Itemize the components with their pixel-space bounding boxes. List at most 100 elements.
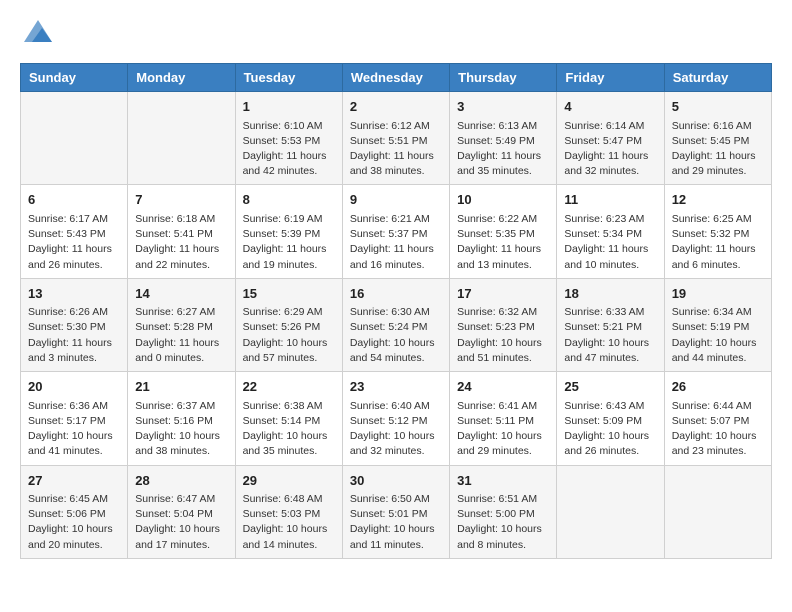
day-number: 10 — [457, 190, 549, 210]
calendar-cell: 19Sunrise: 6:34 AMSunset: 5:19 PMDayligh… — [664, 278, 771, 371]
day-number: 30 — [350, 471, 442, 491]
day-number: 29 — [243, 471, 335, 491]
day-info: Sunrise: 6:16 AMSunset: 5:45 PMDaylight:… — [672, 119, 764, 180]
day-info: Sunrise: 6:51 AMSunset: 5:00 PMDaylight:… — [457, 492, 549, 553]
day-number: 1 — [243, 97, 335, 117]
calendar-cell: 6Sunrise: 6:17 AMSunset: 5:43 PMDaylight… — [21, 185, 128, 278]
day-info: Sunrise: 6:25 AMSunset: 5:32 PMDaylight:… — [672, 212, 764, 273]
day-number: 22 — [243, 377, 335, 397]
day-info: Sunrise: 6:23 AMSunset: 5:34 PMDaylight:… — [564, 212, 656, 273]
weekday-header-saturday: Saturday — [664, 64, 771, 92]
calendar-cell: 28Sunrise: 6:47 AMSunset: 5:04 PMDayligh… — [128, 465, 235, 558]
calendar-cell: 24Sunrise: 6:41 AMSunset: 5:11 PMDayligh… — [450, 372, 557, 465]
day-number: 15 — [243, 284, 335, 304]
day-number: 4 — [564, 97, 656, 117]
day-number: 19 — [672, 284, 764, 304]
page: SundayMondayTuesdayWednesdayThursdayFrid… — [0, 0, 792, 579]
day-number: 2 — [350, 97, 442, 117]
calendar-cell: 1Sunrise: 6:10 AMSunset: 5:53 PMDaylight… — [235, 92, 342, 185]
day-info: Sunrise: 6:32 AMSunset: 5:23 PMDaylight:… — [457, 305, 549, 366]
day-info: Sunrise: 6:45 AMSunset: 5:06 PMDaylight:… — [28, 492, 120, 553]
calendar-cell: 3Sunrise: 6:13 AMSunset: 5:49 PMDaylight… — [450, 92, 557, 185]
calendar-cell: 13Sunrise: 6:26 AMSunset: 5:30 PMDayligh… — [21, 278, 128, 371]
day-number: 18 — [564, 284, 656, 304]
calendar-cell: 4Sunrise: 6:14 AMSunset: 5:47 PMDaylight… — [557, 92, 664, 185]
weekday-header-thursday: Thursday — [450, 64, 557, 92]
day-number: 14 — [135, 284, 227, 304]
weekday-header-wednesday: Wednesday — [342, 64, 449, 92]
day-number: 7 — [135, 190, 227, 210]
day-info: Sunrise: 6:36 AMSunset: 5:17 PMDaylight:… — [28, 399, 120, 460]
day-info: Sunrise: 6:29 AMSunset: 5:26 PMDaylight:… — [243, 305, 335, 366]
day-info: Sunrise: 6:30 AMSunset: 5:24 PMDaylight:… — [350, 305, 442, 366]
day-info: Sunrise: 6:19 AMSunset: 5:39 PMDaylight:… — [243, 212, 335, 273]
calendar-cell: 27Sunrise: 6:45 AMSunset: 5:06 PMDayligh… — [21, 465, 128, 558]
day-number: 3 — [457, 97, 549, 117]
calendar-cell: 26Sunrise: 6:44 AMSunset: 5:07 PMDayligh… — [664, 372, 771, 465]
day-number: 8 — [243, 190, 335, 210]
calendar-week-row: 6Sunrise: 6:17 AMSunset: 5:43 PMDaylight… — [21, 185, 772, 278]
calendar-week-row: 1Sunrise: 6:10 AMSunset: 5:53 PMDaylight… — [21, 92, 772, 185]
day-number: 5 — [672, 97, 764, 117]
calendar-cell — [557, 465, 664, 558]
calendar-cell — [128, 92, 235, 185]
day-number: 28 — [135, 471, 227, 491]
calendar-cell: 5Sunrise: 6:16 AMSunset: 5:45 PMDaylight… — [664, 92, 771, 185]
day-number: 21 — [135, 377, 227, 397]
calendar-cell: 29Sunrise: 6:48 AMSunset: 5:03 PMDayligh… — [235, 465, 342, 558]
day-number: 6 — [28, 190, 120, 210]
calendar-cell — [21, 92, 128, 185]
day-info: Sunrise: 6:33 AMSunset: 5:21 PMDaylight:… — [564, 305, 656, 366]
day-info: Sunrise: 6:18 AMSunset: 5:41 PMDaylight:… — [135, 212, 227, 273]
day-number: 26 — [672, 377, 764, 397]
day-info: Sunrise: 6:17 AMSunset: 5:43 PMDaylight:… — [28, 212, 120, 273]
calendar-cell: 7Sunrise: 6:18 AMSunset: 5:41 PMDaylight… — [128, 185, 235, 278]
calendar-cell: 18Sunrise: 6:33 AMSunset: 5:21 PMDayligh… — [557, 278, 664, 371]
weekday-header-friday: Friday — [557, 64, 664, 92]
day-info: Sunrise: 6:10 AMSunset: 5:53 PMDaylight:… — [243, 119, 335, 180]
calendar-cell: 12Sunrise: 6:25 AMSunset: 5:32 PMDayligh… — [664, 185, 771, 278]
day-number: 12 — [672, 190, 764, 210]
day-info: Sunrise: 6:48 AMSunset: 5:03 PMDaylight:… — [243, 492, 335, 553]
calendar-cell: 20Sunrise: 6:36 AMSunset: 5:17 PMDayligh… — [21, 372, 128, 465]
calendar-cell: 10Sunrise: 6:22 AMSunset: 5:35 PMDayligh… — [450, 185, 557, 278]
day-number: 31 — [457, 471, 549, 491]
calendar-week-row: 20Sunrise: 6:36 AMSunset: 5:17 PMDayligh… — [21, 372, 772, 465]
calendar-cell: 11Sunrise: 6:23 AMSunset: 5:34 PMDayligh… — [557, 185, 664, 278]
day-number: 20 — [28, 377, 120, 397]
day-number: 11 — [564, 190, 656, 210]
day-info: Sunrise: 6:27 AMSunset: 5:28 PMDaylight:… — [135, 305, 227, 366]
day-info: Sunrise: 6:21 AMSunset: 5:37 PMDaylight:… — [350, 212, 442, 273]
calendar-cell: 22Sunrise: 6:38 AMSunset: 5:14 PMDayligh… — [235, 372, 342, 465]
calendar-week-row: 13Sunrise: 6:26 AMSunset: 5:30 PMDayligh… — [21, 278, 772, 371]
header — [20, 20, 772, 47]
calendar-cell — [664, 465, 771, 558]
calendar-cell: 2Sunrise: 6:12 AMSunset: 5:51 PMDaylight… — [342, 92, 449, 185]
calendar-table: SundayMondayTuesdayWednesdayThursdayFrid… — [20, 63, 772, 559]
day-info: Sunrise: 6:22 AMSunset: 5:35 PMDaylight:… — [457, 212, 549, 273]
day-info: Sunrise: 6:44 AMSunset: 5:07 PMDaylight:… — [672, 399, 764, 460]
day-info: Sunrise: 6:40 AMSunset: 5:12 PMDaylight:… — [350, 399, 442, 460]
day-info: Sunrise: 6:14 AMSunset: 5:47 PMDaylight:… — [564, 119, 656, 180]
calendar-cell: 15Sunrise: 6:29 AMSunset: 5:26 PMDayligh… — [235, 278, 342, 371]
day-number: 16 — [350, 284, 442, 304]
day-number: 25 — [564, 377, 656, 397]
logo — [20, 20, 52, 47]
day-number: 23 — [350, 377, 442, 397]
calendar-cell: 9Sunrise: 6:21 AMSunset: 5:37 PMDaylight… — [342, 185, 449, 278]
day-info: Sunrise: 6:41 AMSunset: 5:11 PMDaylight:… — [457, 399, 549, 460]
calendar-cell: 14Sunrise: 6:27 AMSunset: 5:28 PMDayligh… — [128, 278, 235, 371]
day-info: Sunrise: 6:26 AMSunset: 5:30 PMDaylight:… — [28, 305, 120, 366]
day-info: Sunrise: 6:34 AMSunset: 5:19 PMDaylight:… — [672, 305, 764, 366]
calendar-header-row: SundayMondayTuesdayWednesdayThursdayFrid… — [21, 64, 772, 92]
calendar-cell: 17Sunrise: 6:32 AMSunset: 5:23 PMDayligh… — [450, 278, 557, 371]
weekday-header-monday: Monday — [128, 64, 235, 92]
calendar-cell: 16Sunrise: 6:30 AMSunset: 5:24 PMDayligh… — [342, 278, 449, 371]
day-number: 17 — [457, 284, 549, 304]
day-number: 9 — [350, 190, 442, 210]
day-number: 13 — [28, 284, 120, 304]
weekday-header-tuesday: Tuesday — [235, 64, 342, 92]
day-number: 24 — [457, 377, 549, 397]
day-info: Sunrise: 6:37 AMSunset: 5:16 PMDaylight:… — [135, 399, 227, 460]
day-info: Sunrise: 6:50 AMSunset: 5:01 PMDaylight:… — [350, 492, 442, 553]
